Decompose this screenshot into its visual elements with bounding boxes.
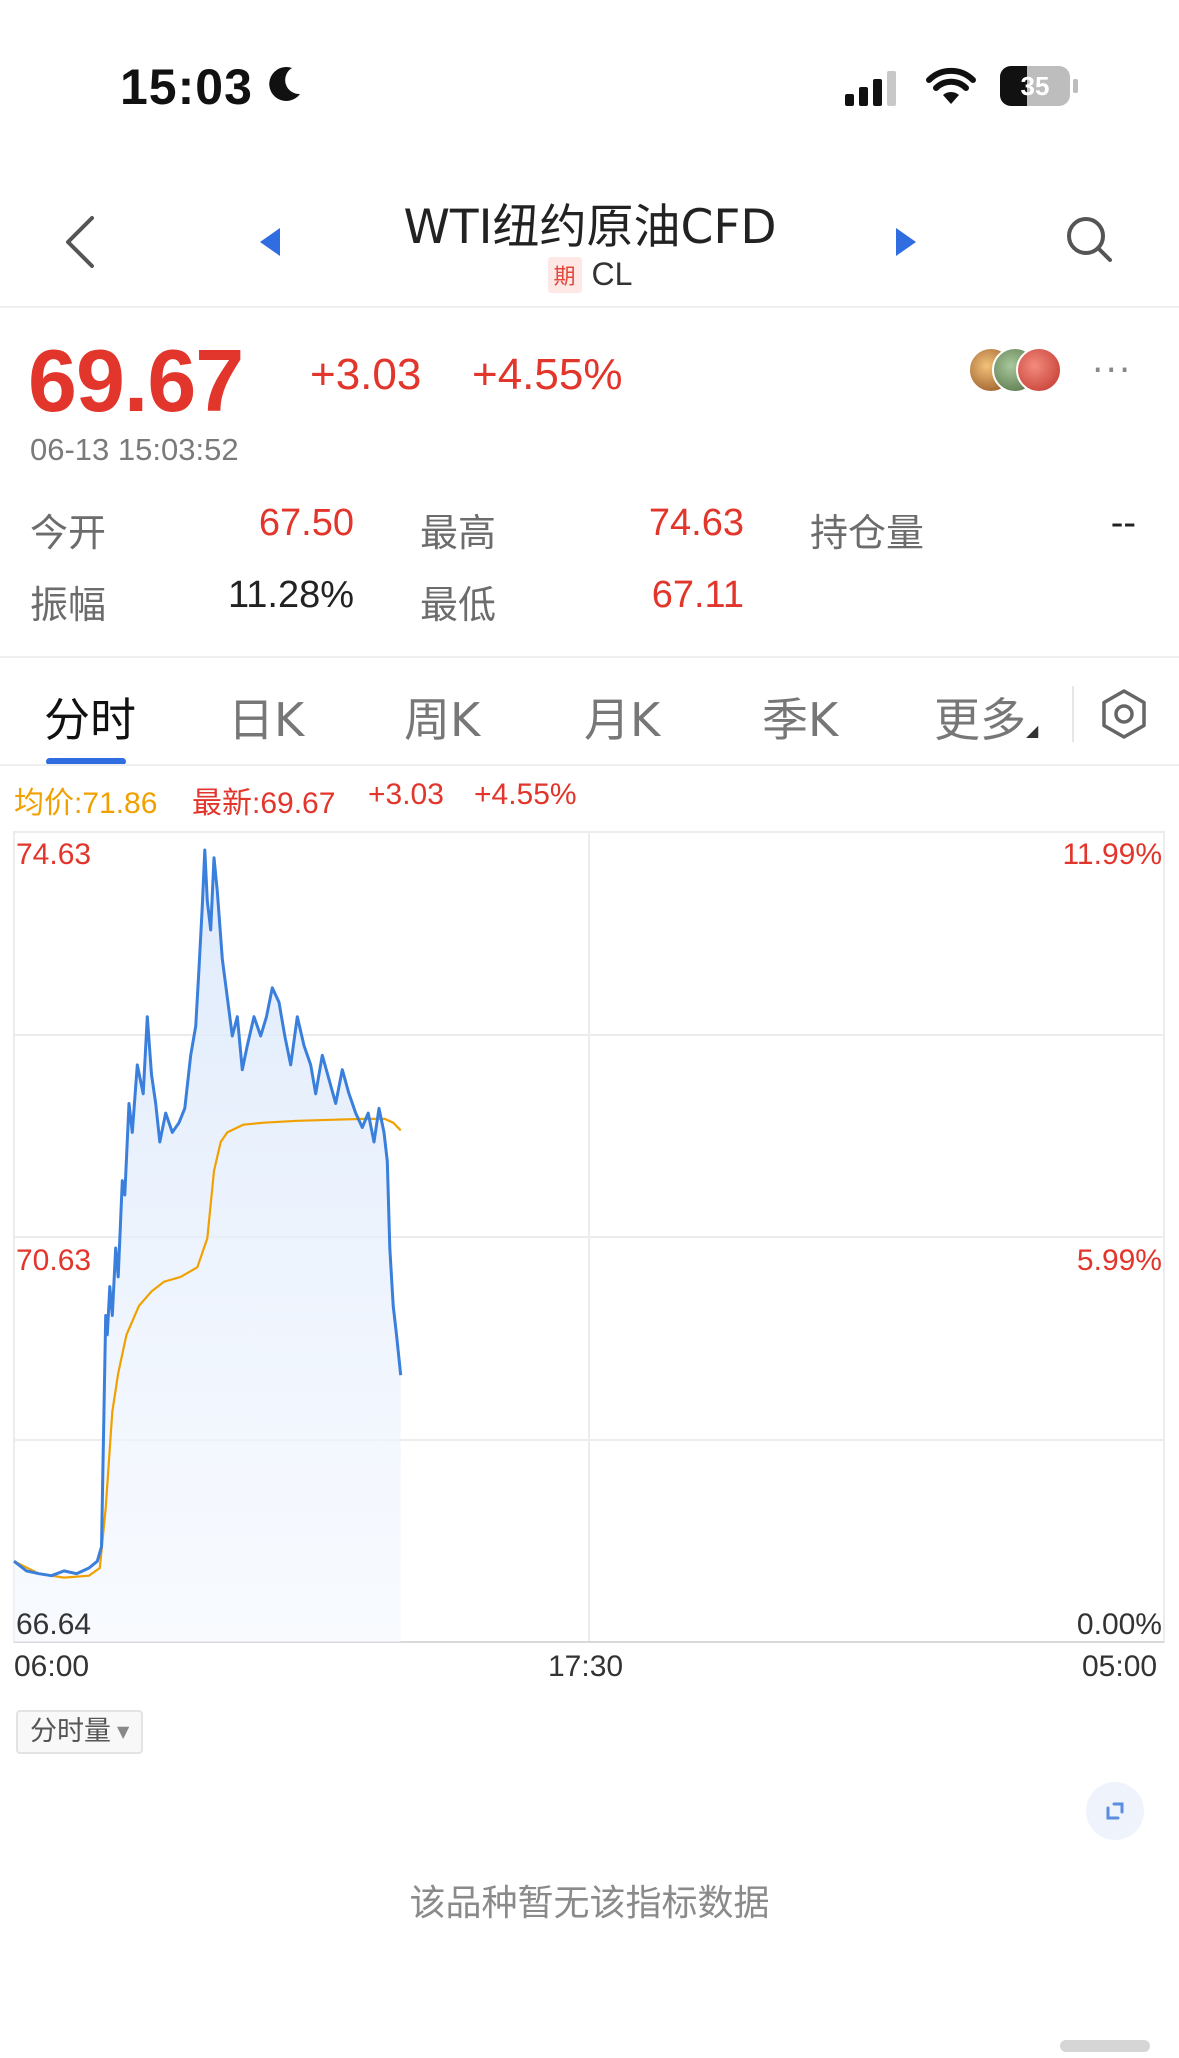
- legend-change: +3.03: [368, 778, 444, 811]
- indicator-selector[interactable]: 分时量 ▼: [16, 1710, 144, 1754]
- settings-icon[interactable]: [1098, 688, 1150, 740]
- next-instrument-icon[interactable]: [894, 226, 918, 258]
- status-time: 15:03: [120, 59, 253, 115]
- high-value: 74.63: [648, 502, 744, 544]
- tabs-divider: [0, 764, 1179, 766]
- low-value: 67.11: [651, 574, 744, 616]
- legend-change-percent: +4.55%: [474, 778, 577, 811]
- quote-divider: [0, 656, 1179, 658]
- header-divider: [0, 306, 1179, 308]
- y-tick-low: 66.64: [16, 1608, 91, 1641]
- avatar: [1016, 347, 1062, 393]
- cellular-signal-icon: [845, 71, 896, 106]
- no-indicator-data-message: 该品种暂无该指标数据: [409, 1883, 770, 1924]
- battery-level: 35: [1020, 71, 1050, 101]
- indicator-selector-label: 分时量: [30, 1716, 111, 1747]
- price-change-percent: +4.55%: [472, 350, 623, 399]
- tab-divider: [1072, 686, 1074, 742]
- quote-timestamp: 06-13 15:03:52: [30, 432, 239, 467]
- open-label: 今开: [30, 511, 107, 555]
- expand-icon: [1106, 1802, 1124, 1820]
- search-icon[interactable]: [1064, 214, 1116, 266]
- intraday-chart[interactable]: 74.63 70.63 66.64 11.99% 5.99% 0.00%: [0, 820, 1179, 1650]
- back-arrow-icon[interactable]: [62, 214, 98, 270]
- amplitude-label: 振幅: [30, 583, 107, 627]
- tab-monthly-k[interactable]: 月K: [584, 684, 660, 750]
- dropdown-arrow-icon: ▼: [117, 1722, 130, 1741]
- tab-more-label: 更多: [934, 693, 1026, 747]
- amplitude-value: 11.28%: [227, 574, 354, 616]
- wifi-icon: [926, 67, 976, 104]
- x-tick-end: 05:00: [1082, 1650, 1158, 1683]
- y-tick-mid: 70.63: [16, 1244, 91, 1277]
- home-indicator: [1060, 2040, 1150, 2052]
- legend-latest-price: 最新:69.67: [192, 787, 336, 820]
- more-options-icon[interactable]: ···: [1092, 350, 1132, 391]
- x-tick-mid: 17:30: [548, 1650, 624, 1683]
- tab-daily-k[interactable]: 日K: [228, 684, 304, 750]
- tab-more[interactable]: 更多◢: [934, 684, 1038, 750]
- instrument-code-row: 期 CL: [440, 256, 740, 293]
- page-title: WTI纽约原油CFD: [403, 200, 777, 255]
- moon-icon: [269, 66, 300, 101]
- last-price: 69.67: [28, 331, 244, 430]
- open-value: 67.50: [258, 502, 354, 544]
- tab-weekly-k[interactable]: 周K: [404, 684, 480, 750]
- pct-tick-mid: 5.99%: [1077, 1244, 1162, 1277]
- tab-quarterly-k[interactable]: 季K: [762, 684, 838, 750]
- open-interest-label: 持仓量: [810, 511, 925, 555]
- y-tick-high: 74.63: [16, 838, 91, 871]
- low-label: 最低: [420, 583, 497, 627]
- x-tick-start: 06:00: [14, 1650, 90, 1683]
- previous-instrument-icon[interactable]: [258, 226, 282, 258]
- open-interest-value: --: [1110, 502, 1136, 544]
- follower-avatars[interactable]: [968, 347, 1062, 393]
- tab-intraday[interactable]: 分时: [44, 684, 136, 750]
- expand-button[interactable]: [1086, 1782, 1144, 1840]
- price-change: +3.03: [310, 350, 422, 399]
- pct-tick-high: 11.99%: [1062, 838, 1162, 871]
- high-label: 最高: [420, 511, 497, 555]
- pct-tick-low: 0.00%: [1077, 1608, 1162, 1641]
- futures-tag: 期: [547, 256, 582, 293]
- dropdown-corner-icon: ◢: [1026, 721, 1039, 740]
- instrument-code: CL: [591, 256, 633, 292]
- legend-average-price: 均价:71.86: [14, 787, 158, 820]
